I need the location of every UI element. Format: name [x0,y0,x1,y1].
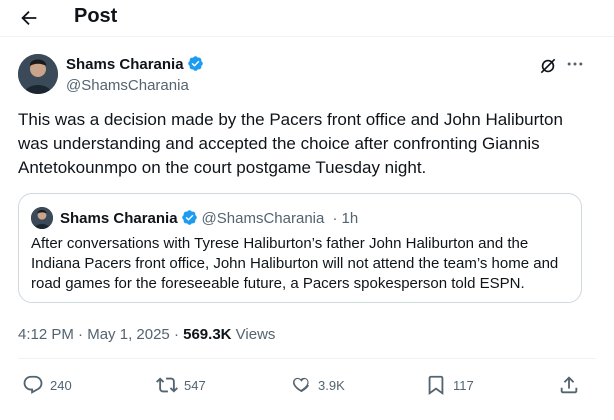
page-title: Post [74,5,118,27]
bookmark-icon [428,375,444,396]
quote-separator: · [332,210,338,227]
meta-separator: · [78,326,84,343]
reply-count: 240 [50,377,72,393]
share-button[interactable] [558,373,586,397]
like-count: 3.9K [318,377,345,393]
reply-icon [23,375,43,394]
quote-author-name: Shams Charania [60,210,178,227]
author-name-row[interactable]: Shams Charania [66,55,204,73]
back-arrow-icon[interactable] [18,7,40,29]
header-divider [0,36,614,37]
more-icon[interactable] [565,53,585,75]
post-text: This was a decision made by the Pacers f… [18,110,563,177]
header-bar: Post [0,0,614,36]
avatar-image [18,54,58,94]
quote-author-avatar [31,207,53,229]
verified-badge-icon [187,56,203,71]
repost-icon [156,377,178,393]
bookmark-button[interactable]: 117 [425,373,474,397]
meta-separator: · [173,326,179,343]
quote-text: After conversations with Tyrese Haliburt… [31,235,559,292]
quote-time: 1h [341,210,359,227]
post-date[interactable]: May 1, 2025 [87,326,170,343]
reply-button[interactable]: 240 [22,373,72,397]
author-handle[interactable]: @ShamsCharania [66,77,189,94]
author-avatar[interactable] [18,54,58,94]
share-icon [560,376,578,394]
repost-button[interactable]: 547 [156,373,206,397]
views-label: Views [235,326,276,343]
grok-icon[interactable] [538,56,558,76]
like-button[interactable]: 3.9K [290,373,345,397]
post-time[interactable]: 4:12 PM [18,326,74,343]
actions-divider [18,358,596,359]
verified-badge-icon [181,210,197,225]
quote-author-handle: @ShamsCharania [201,210,325,227]
quote-avatar-image [31,207,53,229]
views-count: 569.3K [183,326,232,343]
bookmark-count: 117 [453,377,474,393]
repost-count: 547 [184,377,206,393]
quoted-post[interactable]: Shams Charania @ShamsCharania · 1h After c… [18,193,582,303]
author-name[interactable]: Shams Charania [66,56,184,73]
quote-header: Shams Charania @ShamsCharania · 1h [60,209,358,227]
post-meta: 4:12 PM · May 1, 2025 · 569.3K Views [18,326,275,343]
like-icon [293,377,310,393]
